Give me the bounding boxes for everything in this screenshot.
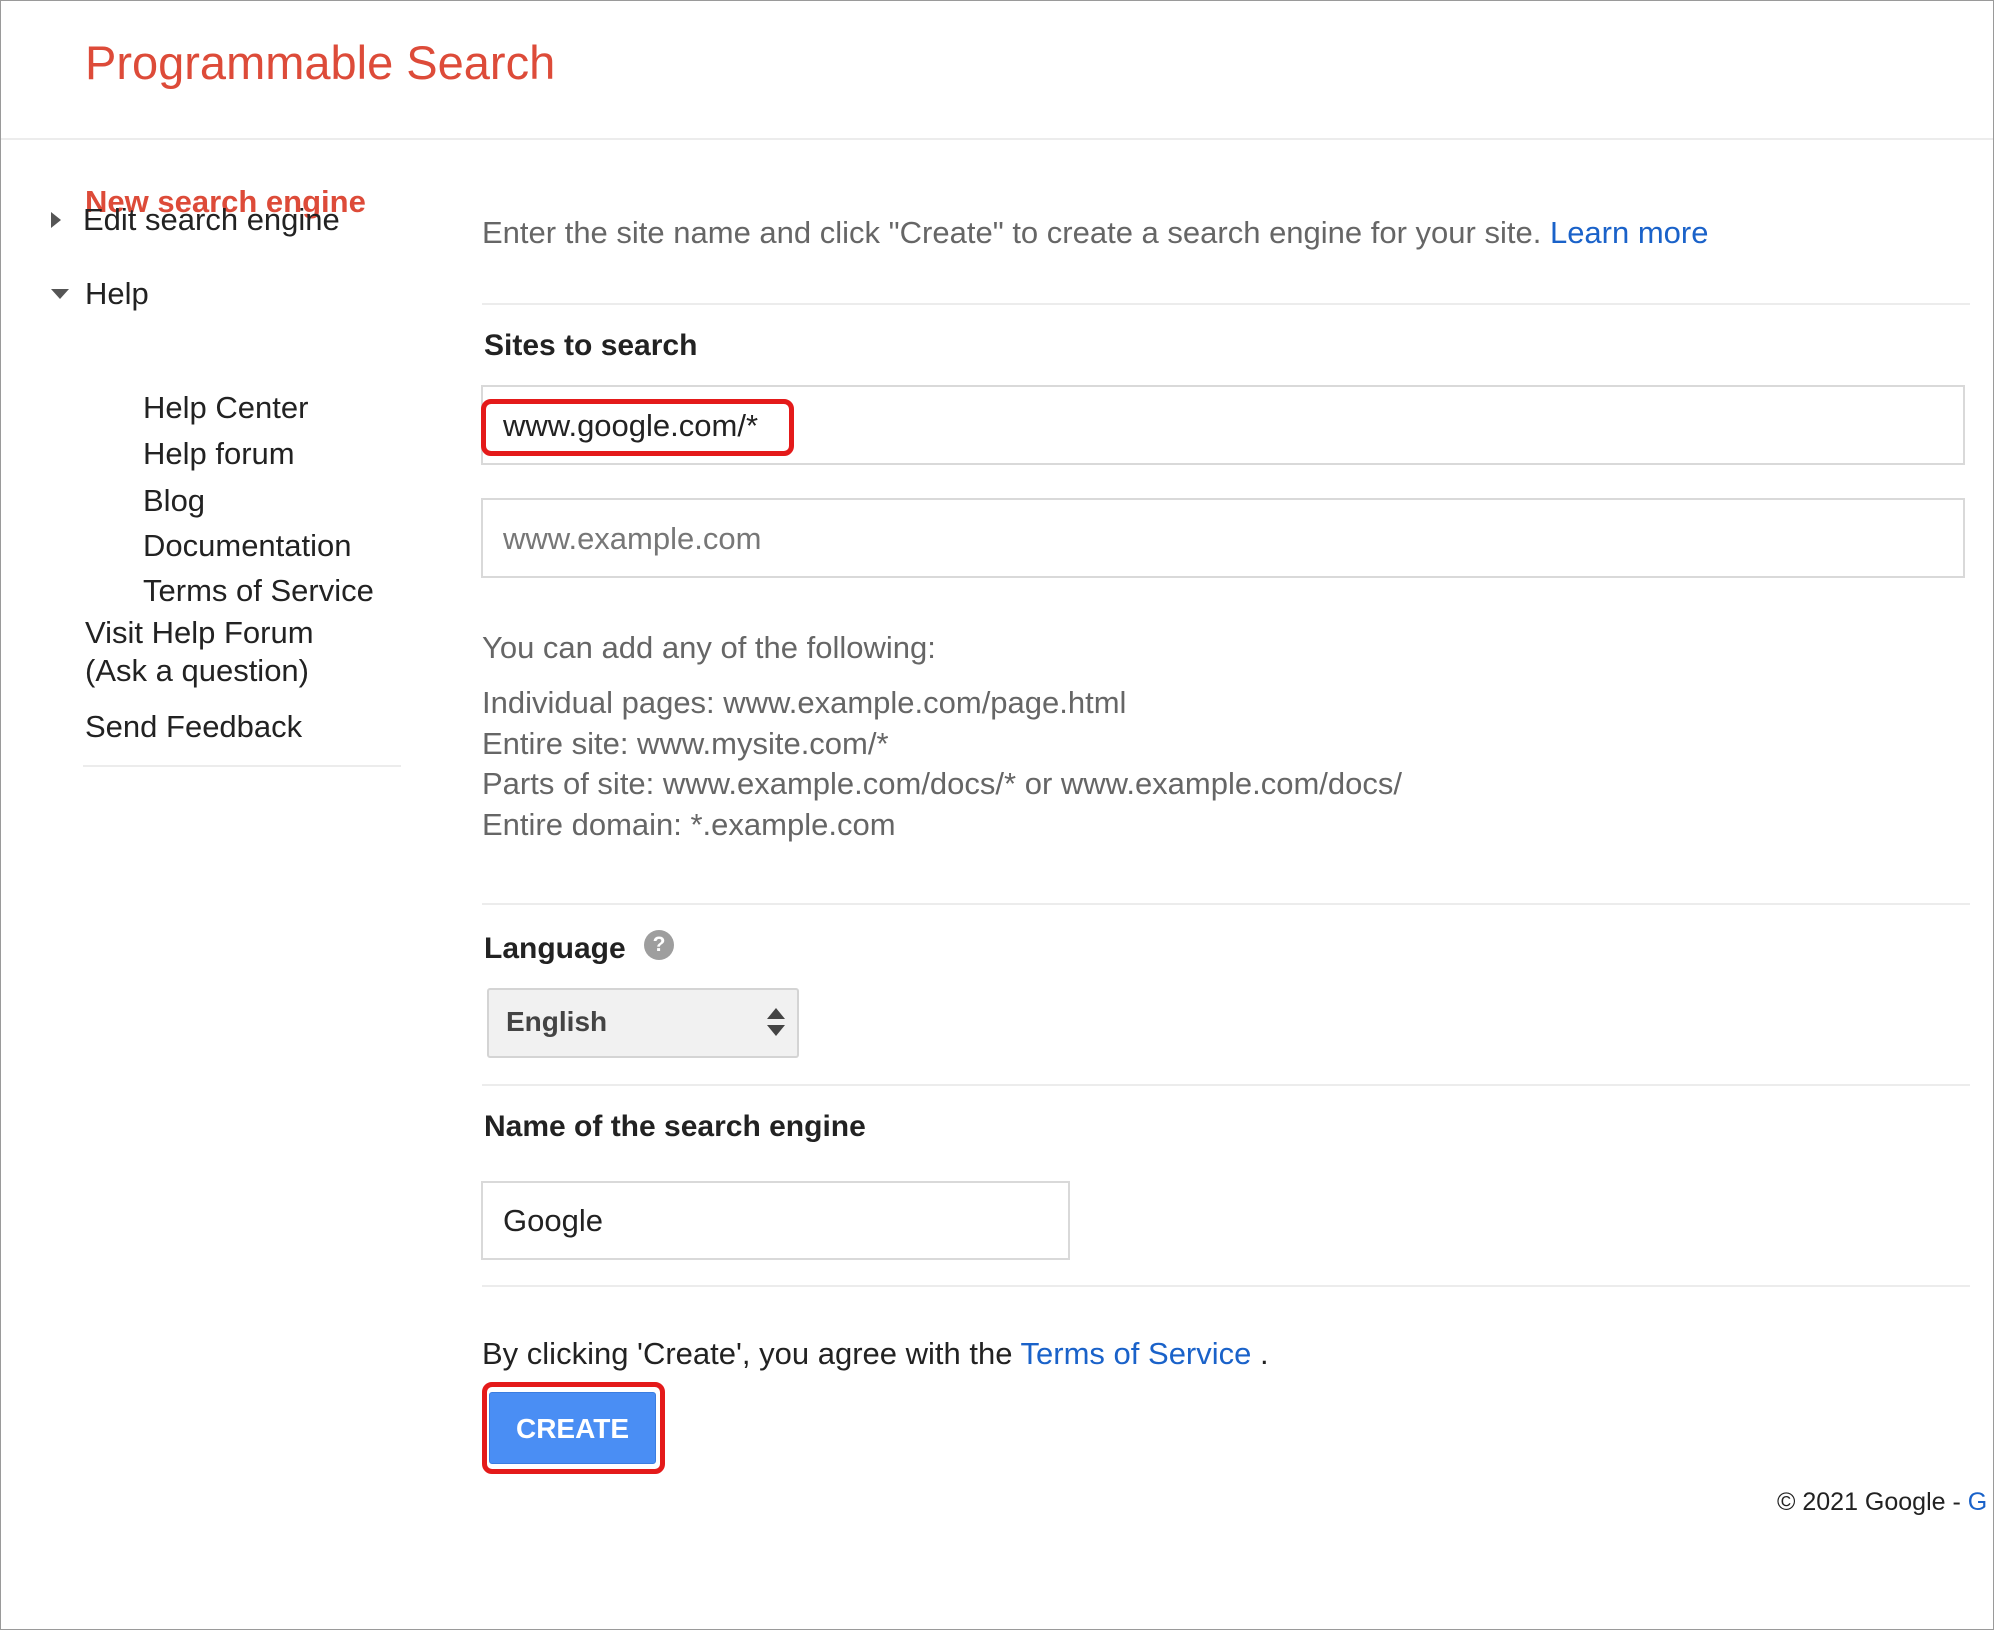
divider [482,303,1970,305]
language-label: Language [484,932,626,965]
sites-to-search-label: Sites to search [484,329,698,362]
divider [482,903,1970,905]
search-engine-name-input[interactable]: Google [481,1181,1070,1260]
intro-description: Enter the site name and click "Create" t… [482,215,1542,250]
site-input-placeholder: www.example.com [503,521,762,556]
visit-help-forum-link[interactable]: Visit Help Forum (Ask a question) [85,614,314,690]
sidebar-item-label: Edit search engine [83,202,340,237]
send-feedback-link[interactable]: Send Feedback [85,709,302,745]
create-button-highlight [482,1382,665,1474]
copyright-text: © 2021 Google [1777,1488,1946,1516]
footer: © 2021 Google - G [1777,1488,1987,1517]
ask-question-line: (Ask a question) [85,653,309,688]
collapse-arrow-icon [51,288,69,299]
select-arrows-icon [767,1008,785,1040]
sidebar-divider [83,765,401,767]
header: Programmable Search [1,1,1993,140]
hint-entire-domain: Entire domain: *.example.com [482,807,896,842]
help-center-link[interactable]: Help Center [143,390,308,426]
divider [482,1084,1970,1086]
search-engine-name-label: Name of the search engine [484,1110,866,1143]
site-input-empty[interactable]: www.example.com [481,498,1965,578]
sidebar-item-label: Help [85,276,149,311]
hint-parts-of-site: Parts of site: www.example.com/docs/* or… [482,766,1402,801]
hint-entire-site: Entire site: www.mysite.com/* [482,726,889,761]
sidebar-item-edit-search-engine[interactable]: Edit search engine [51,202,340,238]
footer-link[interactable]: G [1968,1488,1987,1516]
sidebar-item-help[interactable]: Help [51,276,149,312]
language-selected-value: English [506,1006,608,1037]
search-engine-name-value: Google [503,1203,603,1238]
help-icon[interactable]: ? [644,930,674,960]
agreement-prefix: By clicking 'Create', you agree with the [482,1336,1013,1371]
learn-more-link[interactable]: Learn more [1550,215,1709,250]
blog-link[interactable]: Blog [143,483,205,519]
agreement-suffix: . [1260,1336,1269,1371]
app-title[interactable]: Programmable Search [85,35,555,90]
visit-help-forum-line: Visit Help Forum [85,615,314,650]
footer-separator: - [1952,1488,1961,1516]
terms-of-service-link[interactable]: Terms of Service [143,573,374,609]
expand-arrow-icon [51,211,61,228]
agreement-text: By clicking 'Create', you agree with the… [482,1336,1269,1372]
documentation-link[interactable]: Documentation [143,528,352,564]
help-forum-link[interactable]: Help forum [143,436,295,472]
page-frame: Programmable Search New search engine Ed… [0,0,1994,1630]
hint-individual-pages: Individual pages: www.example.com/page.h… [482,685,1127,720]
language-select[interactable]: English [487,988,799,1058]
divider [482,1285,1970,1287]
sidebar: New search engine Edit search engine Hel… [1,138,411,778]
hint-header: You can add any of the following: [482,630,936,665]
intro-text: Enter the site name and click "Create" t… [482,215,1708,251]
terms-of-service-link[interactable]: Terms of Service [1021,1336,1252,1371]
site-input-highlight [481,399,794,456]
